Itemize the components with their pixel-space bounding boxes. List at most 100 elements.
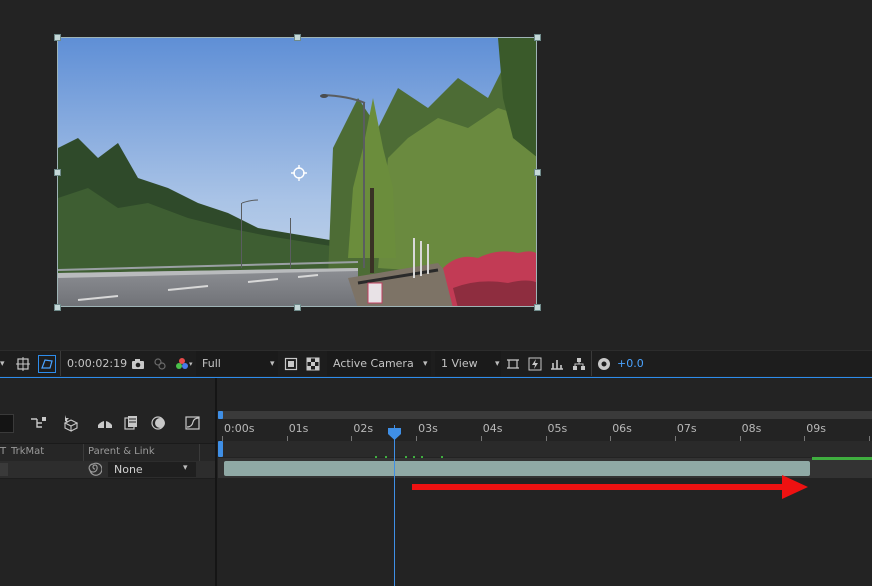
reset-exposure-button[interactable] (597, 351, 611, 376)
render-cache-indicator (812, 457, 872, 460)
show-snapshot-button[interactable] (153, 351, 167, 376)
current-time-display[interactable]: 0:00:02:19 (67, 351, 127, 376)
timecode-text: 0:00:02:19 (67, 357, 128, 370)
time-ruler-label: 03s (418, 422, 438, 435)
layer-outline-panel (0, 378, 216, 586)
transform-handle-top-center[interactable] (294, 34, 301, 41)
lightning-icon (528, 357, 542, 371)
time-ruler-label: 04s (482, 422, 503, 435)
work-area-bar[interactable] (218, 441, 872, 457)
show-channel-button[interactable]: ▾ (175, 351, 193, 376)
camera-view-dropdown[interactable]: Active Camera ▾ (327, 351, 431, 376)
camera-icon (131, 357, 145, 371)
graph-editor-icon (185, 416, 200, 430)
view-layout-dropdown[interactable]: 1 View ▾ (435, 351, 501, 376)
current-time-indicator-line (394, 425, 395, 586)
layer-column-header: T TrkMat Parent & Link (0, 443, 216, 462)
composition-viewer[interactable] (0, 0, 872, 350)
layer-search-input[interactable] (0, 414, 14, 433)
time-ruler-label: 01s (288, 422, 309, 435)
anchor-point-icon[interactable] (290, 164, 308, 182)
grid-guide-options-button[interactable] (16, 351, 30, 376)
time-ruler-label: 07s (676, 422, 697, 435)
rgb-channels-icon (175, 357, 189, 371)
time-ruler-label: 06s (612, 422, 632, 435)
layer-row[interactable]: None ▾ (0, 461, 216, 479)
take-snapshot-button[interactable] (131, 351, 145, 376)
chevron-down-icon: ▾ (495, 358, 500, 369)
exposure-text: +0.0 (617, 357, 644, 370)
column-trkmat-label[interactable]: TrkMat (11, 446, 44, 457)
toolbar-divider (60, 351, 61, 376)
frame-blending-icon (124, 416, 137, 430)
grid-icon (16, 356, 30, 371)
time-ruler-label: 09s (806, 422, 827, 435)
footage-layer-preview[interactable] (57, 37, 537, 307)
pixel-aspect-icon (506, 357, 520, 371)
column-divider (199, 444, 200, 461)
frame-blending-button[interactable] (123, 414, 141, 432)
parent-dropdown[interactable]: None ▾ (108, 462, 196, 477)
time-ruler-label: 0:00s (224, 422, 255, 435)
chevron-down-icon: ▾ (270, 358, 275, 369)
mask-path-icon (38, 354, 56, 373)
resolution-value: Full (202, 357, 221, 370)
region-of-interest-icon (284, 357, 298, 371)
transform-handle-bottom-right[interactable] (534, 304, 541, 311)
transparency-grid-button[interactable] (306, 351, 320, 376)
flowchart-icon (572, 357, 586, 371)
hide-shy-layers-button[interactable] (96, 414, 114, 432)
time-ruler-label: 08s (741, 422, 762, 435)
trkmat-cell[interactable] (0, 463, 8, 476)
snapshot-person-icon (153, 357, 167, 371)
transform-handle-bottom-center[interactable] (294, 304, 301, 311)
region-of-interest-button[interactable] (284, 351, 298, 376)
column-parent-link-label[interactable]: Parent & Link (88, 446, 155, 457)
time-ruler-label: 02s (353, 422, 374, 435)
column-divider (83, 444, 84, 461)
time-ruler[interactable]: 0:00s01s02s03s04s05s06s07s08s09s10 (218, 419, 872, 441)
viewer-toolbar: ▾ 0:00:02:19 ▾ Full ▾ Active Camera ▾ 1 … (0, 350, 872, 376)
exposure-value[interactable]: +0.0 (617, 351, 644, 376)
current-time-indicator[interactable] (388, 425, 401, 440)
view-layout-value: 1 View (441, 357, 478, 370)
timeline-icon (550, 357, 564, 371)
transform-handle-top-right[interactable] (534, 34, 541, 41)
checkerboard-icon (306, 357, 320, 371)
fast-previews-button[interactable] (528, 351, 542, 376)
aperture-icon (597, 357, 611, 371)
draft-3d-cube-icon (63, 415, 79, 432)
chevron-down-icon: ▾ (183, 463, 188, 473)
timeline-split-divider[interactable] (215, 378, 217, 586)
time-ruler-label: 05s (547, 422, 568, 435)
magnification-dropdown[interactable]: ▾ (0, 351, 5, 376)
timeline-button[interactable] (550, 351, 564, 376)
composition-mini-flowchart-button[interactable] (30, 414, 48, 432)
parent-pick-whip-icon[interactable] (88, 462, 103, 479)
graph-editor-button[interactable] (184, 414, 202, 432)
time-navigator-bar[interactable] (218, 411, 872, 419)
cache-marks (375, 456, 443, 458)
flowchart-button[interactable] (572, 351, 586, 376)
transform-handle-bottom-left[interactable] (54, 304, 61, 311)
transform-handle-middle-left[interactable] (54, 169, 61, 176)
motion-blur-button[interactable] (150, 414, 168, 432)
toolbar-divider (591, 351, 592, 376)
chevron-down-icon: ▾ (0, 358, 5, 369)
red-arrow-annotation (412, 475, 808, 499)
shy-layer-icon (98, 420, 112, 428)
transform-handle-top-left[interactable] (54, 34, 61, 41)
resolution-dropdown[interactable]: Full ▾ (196, 351, 278, 376)
work-area-start-handle[interactable] (218, 441, 223, 457)
mini-flowchart-icon (31, 417, 46, 428)
camera-view-value: Active Camera (333, 357, 414, 370)
column-t-label: T (0, 446, 7, 457)
chevron-down-icon: ▾ (423, 358, 428, 369)
toggle-mask-visibility-button[interactable] (38, 351, 56, 376)
time-navigator-start-handle[interactable] (218, 411, 223, 419)
draft-3d-button[interactable] (62, 414, 80, 432)
chevron-down-icon: ▾ (189, 359, 193, 368)
transform-handle-middle-right[interactable] (534, 169, 541, 176)
motion-blur-icon (151, 416, 165, 430)
toggle-pixel-aspect-button[interactable] (506, 351, 520, 376)
